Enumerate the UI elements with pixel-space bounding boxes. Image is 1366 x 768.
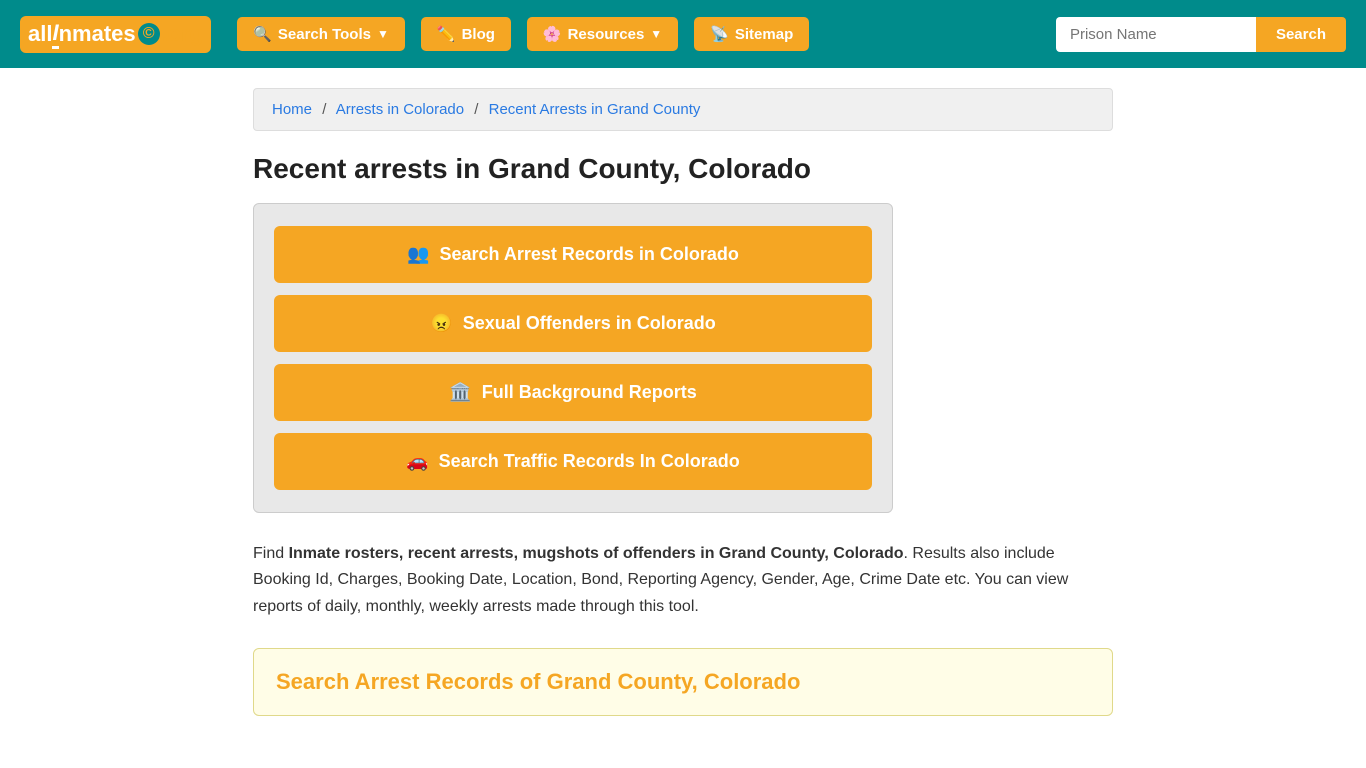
prison-name-input[interactable] [1056,17,1256,52]
search-tools-icon: 🔍 [253,25,272,43]
traffic-records-button[interactable]: 🚗 Search Traffic Records In Colorado [274,433,872,490]
search-arrest-records-button[interactable]: 👥 Search Arrest Records in Colorado [274,226,872,283]
search-tools-button[interactable]: 🔍 Search Tools ▼ [237,17,405,51]
breadcrumb-current: Recent Arrests in Grand County [489,101,701,118]
dropdown-arrow-icon: ▼ [377,27,389,41]
resources-icon: 🌸 [543,25,562,43]
sexual-offenders-button[interactable]: 😠 Sexual Offenders in Colorado [274,295,872,352]
traffic-records-icon: 🚗 [406,451,428,472]
site-header: allInmates©.org 🔍 Search Tools ▼ ✏️ Blog… [0,0,1366,68]
blog-button[interactable]: ✏️ Blog [421,17,511,51]
resources-button[interactable]: 🌸 Resources ▼ [527,17,678,51]
background-reports-button[interactable]: 🏛️ Full Background Reports [274,364,872,421]
breadcrumb: Home / Arrests in Colorado / Recent Arre… [253,88,1113,131]
breadcrumb-home[interactable]: Home [272,101,312,118]
dropdown-arrow-icon2: ▼ [650,27,662,41]
search-arrest-section: Search Arrest Records of Grand County, C… [253,648,1113,716]
header-search-form: Search [1056,17,1346,52]
sitemap-button[interactable]: 📡 Sitemap [694,17,809,51]
breadcrumb-arrests-colorado[interactable]: Arrests in Colorado [336,101,464,118]
page-description: Find Inmate rosters, recent arrests, mug… [253,541,1113,620]
header-search-button[interactable]: Search [1256,17,1346,52]
page-title: Recent arrests in Grand County, Colorado [253,153,1113,185]
arrest-records-icon: 👥 [407,244,429,265]
breadcrumb-sep1: / [322,101,326,118]
blog-icon: ✏️ [437,25,456,43]
search-section-title: Search Arrest Records of Grand County, C… [276,669,1090,695]
main-content: Home / Arrests in Colorado / Recent Arre… [233,68,1133,756]
sitemap-icon: 📡 [710,25,729,43]
site-logo[interactable]: allInmates©.org [20,16,211,53]
breadcrumb-sep2: / [474,101,478,118]
sexual-offenders-icon: 😠 [430,313,452,334]
background-reports-icon: 🏛️ [449,382,471,403]
quick-links-box: 👥 Search Arrest Records in Colorado 😠 Se… [253,203,893,513]
